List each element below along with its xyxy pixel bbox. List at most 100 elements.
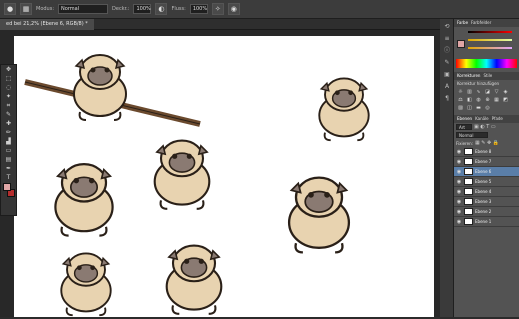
heal-icon[interactable]: ✚ [1,119,16,128]
layer-name: Ebene 8 [475,149,492,154]
blue-slider[interactable] [468,45,515,51]
hue-icon[interactable]: ◈ [502,89,509,95]
vibrance-icon[interactable]: ▽ [493,89,500,95]
brush-panel-icon[interactable]: ▦ [20,3,32,15]
airbrush-icon[interactable]: ✧ [211,3,224,15]
levels-icon[interactable]: ▥ [466,89,473,95]
info-icon[interactable]: ⓘ [442,46,452,55]
selective-color-icon[interactable]: ◎ [484,105,491,111]
pug-lying-bottom-left [60,252,112,317]
brush-icon[interactable]: ✏ [1,128,16,137]
blend-mode-select[interactable]: Normal [456,132,488,138]
lookup-icon[interactable]: ▦ [493,97,500,103]
layer-row[interactable]: ◉ Ebene 3 [454,197,519,207]
paragraph-icon[interactable]: ¶ [442,94,452,103]
tab-channels[interactable]: Kanäle [475,115,489,123]
brush-settings-icon[interactable]: ✎ [442,58,452,67]
visibility-eye-icon[interactable]: ◉ [456,179,462,185]
exposure-icon[interactable]: ◪ [484,89,491,95]
layer-thumbnail [464,188,473,195]
layer-thumbnail [464,178,473,185]
move-icon[interactable]: ✥ [1,65,16,74]
layers-panel-tabs: Ebenen Kanäle Pfade [454,115,519,123]
crop-icon[interactable]: ⌗ [1,101,16,110]
layer-kind-select[interactable]: Art [456,124,472,130]
character-icon[interactable]: A [442,82,452,91]
red-slider[interactable] [468,29,515,35]
tab-adjustments[interactable]: Korrekturen [457,72,480,80]
pug-walking-center [153,139,211,210]
history-icon[interactable]: ⟲ [442,22,452,31]
tab-styles[interactable]: Stile [483,72,492,80]
layer-name: Ebene 7 [475,159,492,164]
visibility-eye-icon[interactable]: ◉ [456,159,462,165]
mode-select[interactable]: Normal [58,4,109,14]
lock-label: Fixieren: [456,140,473,146]
flow-field[interactable]: 100% [189,4,208,14]
properties-icon[interactable]: ≡ [442,34,452,43]
mode-label: Modus: [36,6,55,12]
posterize-icon[interactable]: ▨ [457,105,464,111]
text-icon[interactable]: T [1,173,16,182]
gradient-map-icon[interactable]: ▬ [475,105,482,111]
color-panel-swatch[interactable] [457,40,465,48]
layer-row[interactable]: ◉ Ebene 5 [454,177,519,187]
layer-row[interactable]: ◉ Ebene 1 [454,217,519,227]
tab-swatches[interactable]: Farbfelder [471,19,491,27]
layer-name: Ebene 2 [475,209,492,214]
layer-name: Ebene 5 [475,179,492,184]
pug-sitting-top-right [318,77,370,142]
invert-icon[interactable]: ◩ [502,97,509,103]
green-slider[interactable] [468,37,515,43]
layer-filter-row: Art ▣ ◐ T ▭ [454,123,519,131]
layer-thumbnail [464,168,473,175]
visibility-eye-icon[interactable]: ◉ [456,169,462,175]
pressure-opacity-icon[interactable]: ◐ [155,3,168,15]
canvas-area[interactable] [0,30,440,317]
eyedropper-icon[interactable]: ✎ [1,110,16,119]
clone-source-icon[interactable]: ▣ [442,70,452,79]
lock-icons[interactable]: ▦ ✎ ✥ 🔒 [475,140,499,146]
layer-name: Ebene 1 [475,219,492,224]
bw-icon[interactable]: ◧ [466,97,473,103]
wand-icon[interactable]: ✦ [1,92,16,101]
threshold-icon[interactable]: ◫ [466,105,473,111]
layer-row[interactable]: ◉ Ebene 2 [454,207,519,217]
visibility-eye-icon[interactable]: ◉ [456,199,462,205]
foreground-color-swatch[interactable] [3,183,11,191]
balance-icon[interactable]: ⚖ [457,97,464,103]
marquee-icon[interactable]: ⬚ [1,74,16,83]
tab-layers[interactable]: Ebenen [457,115,472,123]
curves-icon[interactable]: ∿ [475,89,482,95]
pressure-size-icon[interactable]: ◉ [227,3,240,15]
pen-icon[interactable]: ✒ [1,164,16,173]
visibility-eye-icon[interactable]: ◉ [456,209,462,215]
document-canvas[interactable] [14,36,434,317]
stamp-icon[interactable]: ▟ [1,137,16,146]
document-tab[interactable]: ed bei 21,2% (Ebene 6, RGB/8) * [0,19,94,30]
layer-row[interactable]: ◉ Ebene 6 [454,167,519,177]
color-spectrum[interactable] [456,59,517,68]
gradient-icon[interactable]: ▤ [1,155,16,164]
visibility-eye-icon[interactable]: ◉ [456,149,462,155]
layer-row[interactable]: ◉ Ebene 7 [454,157,519,167]
pug-with-stick [24,54,201,127]
eraser-icon[interactable]: ▭ [1,146,16,155]
brush-preset-icon[interactable]: ● [4,3,16,15]
layer-row[interactable]: ◉ Ebene 8 [454,147,519,157]
brightness-icon[interactable]: ☼ [457,89,464,95]
lasso-icon[interactable]: ◌ [1,83,16,92]
panel-content: Farbe Farbfelder Korrekturen Stile Korre… [454,19,519,317]
opacity-field[interactable]: 100% [133,4,152,14]
filter-icons[interactable]: ▣ ◐ T ▭ [474,124,496,130]
tab-paths[interactable]: Pfade [492,115,503,123]
visibility-eye-icon[interactable]: ◉ [456,219,462,225]
blend-row: Normal [454,131,519,139]
mixer-icon[interactable]: ⊕ [484,97,491,103]
layer-row[interactable]: ◉ Ebene 4 [454,187,519,197]
tab-color[interactable]: Farbe [457,19,468,27]
visibility-eye-icon[interactable]: ◉ [456,189,462,195]
color-panel-tabs: Farbe Farbfelder [454,19,519,27]
layers-list: ◉ Ebene 8 ◉ Ebene 7 ◉ Ebene 6 ◉ Ebene 5 ◉ Ebene 4… [454,147,519,227]
photo-filter-icon[interactable]: ◍ [475,97,482,103]
